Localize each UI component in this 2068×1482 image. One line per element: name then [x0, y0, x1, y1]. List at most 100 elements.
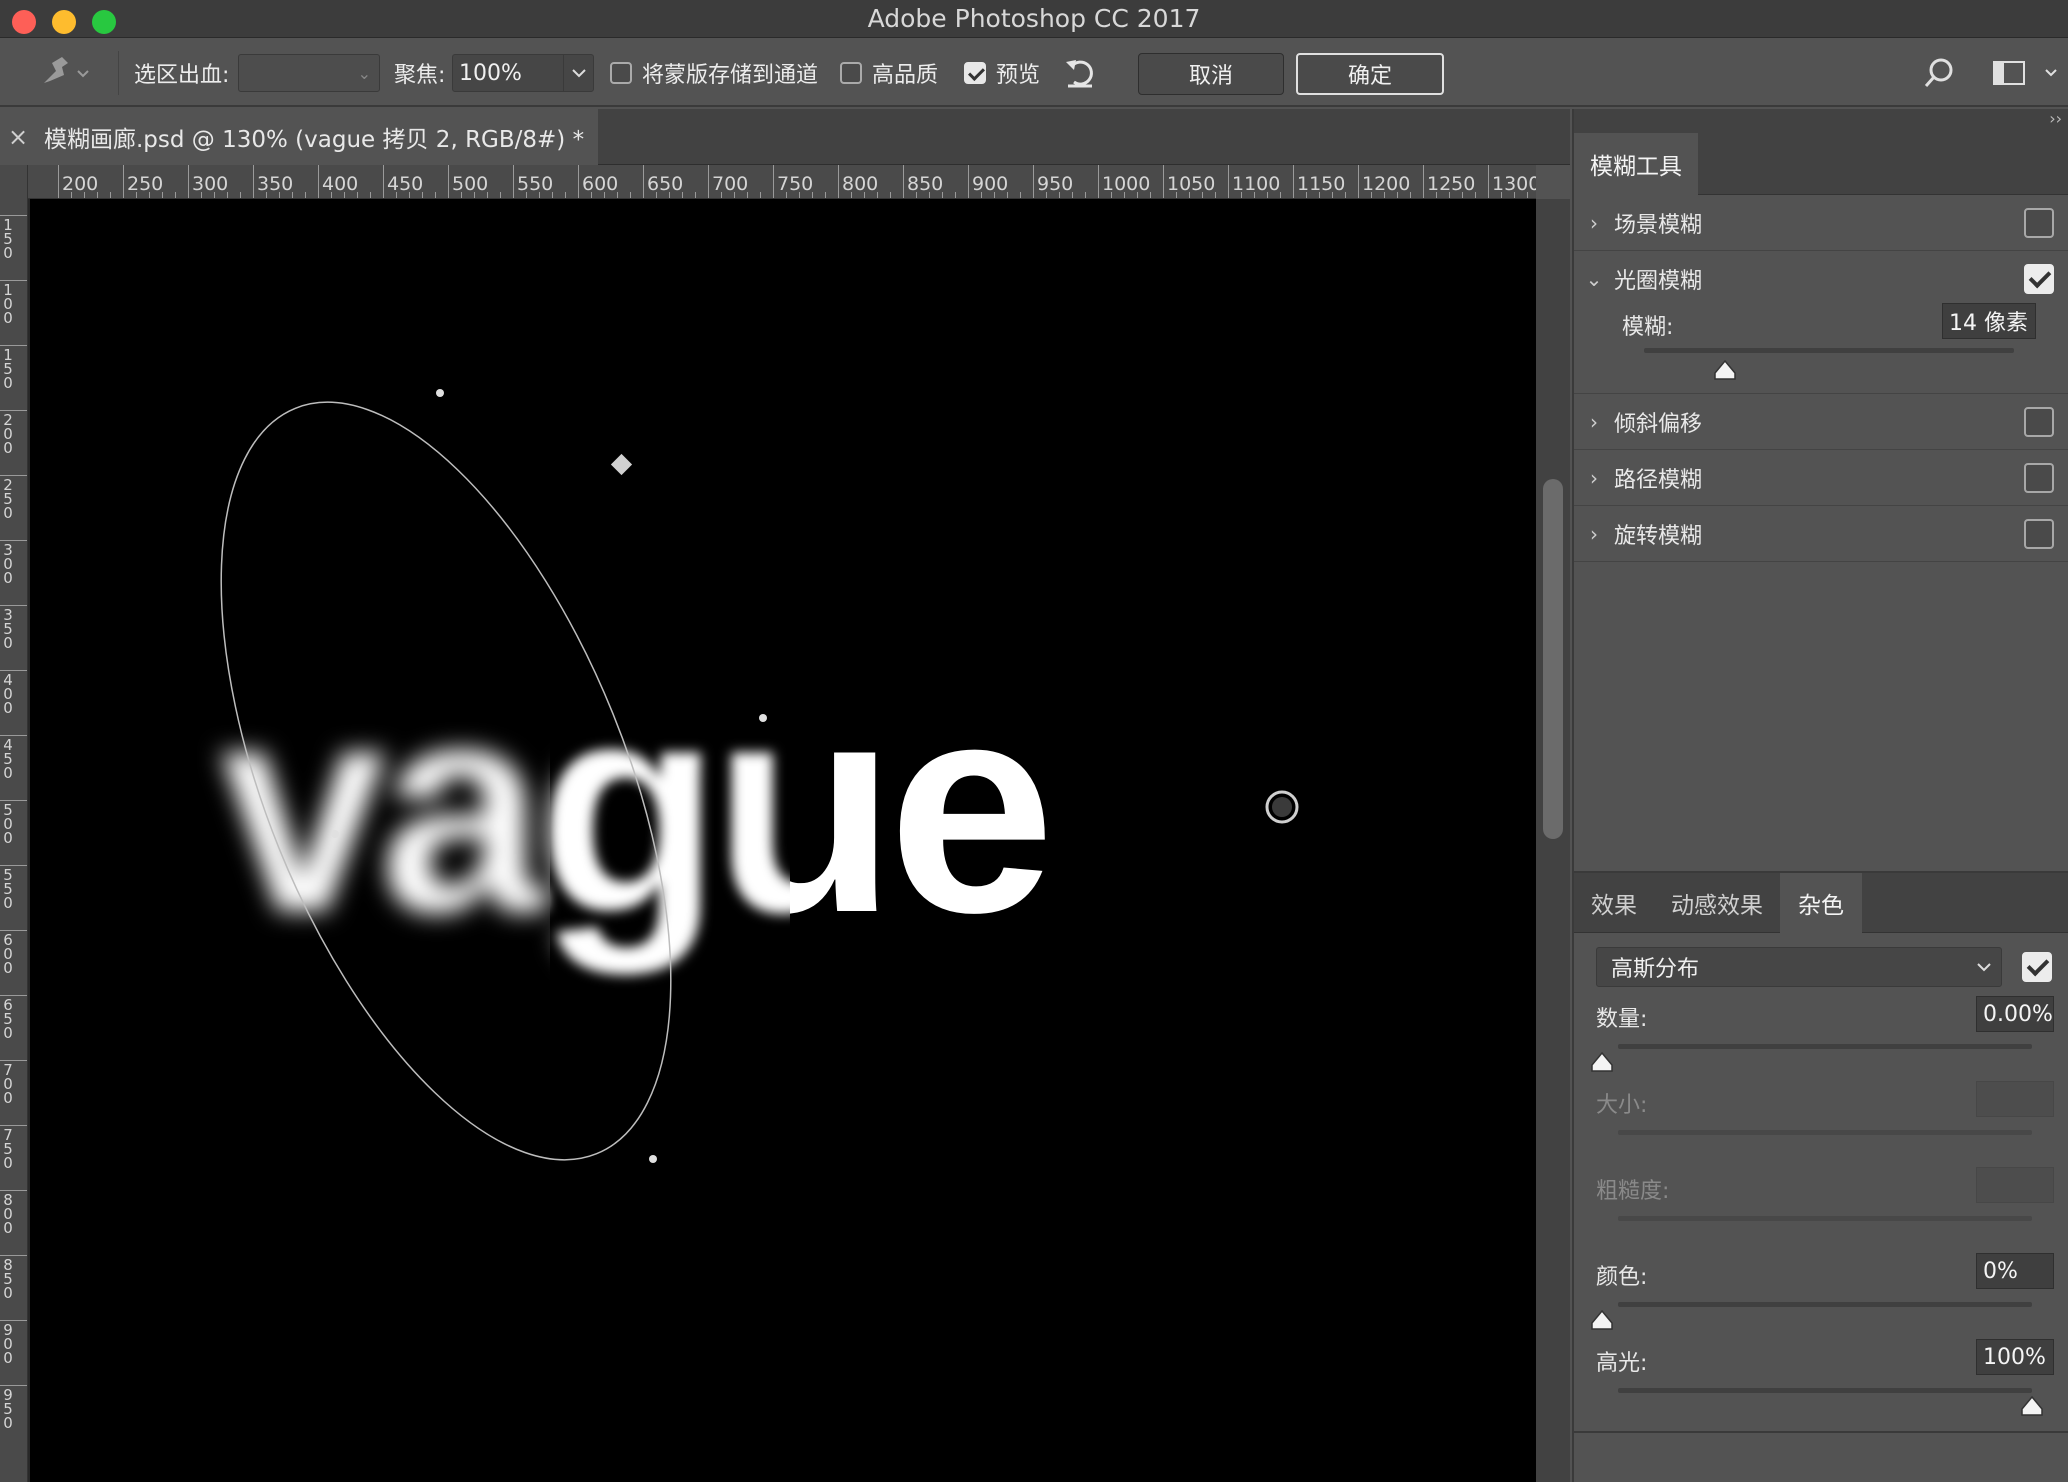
blur-item-label: 场景模糊 — [1614, 212, 1703, 238]
ruler-minor-tick — [630, 192, 631, 198]
ruler-label: 300 — [192, 173, 229, 195]
ruler-label: 350 — [3, 606, 13, 652]
ruler-tick — [1098, 165, 1099, 198]
ruler-label: 600 — [3, 931, 13, 977]
tab-blur-tools[interactable]: 模糊工具 — [1574, 133, 1698, 195]
ruler-minor-tick — [825, 192, 826, 198]
ruler-label: 900 — [972, 173, 1009, 195]
scrollbar-thumb[interactable] — [1543, 479, 1563, 839]
save-mask-option[interactable]: 将蒙版存储到通道 — [610, 39, 818, 107]
save-mask-checkbox[interactable] — [610, 62, 632, 84]
reset-icon[interactable] — [1062, 39, 1100, 107]
ruler-tick — [1293, 165, 1294, 198]
preview-checkbox[interactable] — [964, 62, 986, 84]
ruler-label: 1250 — [1427, 173, 1476, 195]
high-quality-option[interactable]: 高品质 — [840, 39, 938, 107]
highlight-slider-track[interactable] — [1618, 1388, 2032, 1393]
blur-item-label: 路径模糊 — [1614, 467, 1703, 493]
ruler-label: 500 — [3, 801, 13, 847]
amount-input[interactable]: 0.00% — [1976, 996, 2054, 1032]
canvas-area: vague vague vague — [28, 199, 1536, 1482]
high-quality-label: 高品质 — [872, 63, 939, 88]
ruler-label: 1200 — [1362, 173, 1411, 195]
tab-noise[interactable]: 杂色 — [1780, 873, 1862, 933]
ruler-tick — [903, 165, 904, 198]
blur-item-path[interactable]: › 路径模糊 — [1574, 450, 2068, 506]
search-icon[interactable] — [1922, 39, 1956, 107]
noise-enabled-checkbox[interactable] — [2022, 952, 2052, 982]
ruler-label: 300 — [3, 541, 13, 587]
chevron-down-icon[interactable]: ⌄ — [1574, 267, 1614, 291]
iris-handle-bottom — [649, 1155, 657, 1163]
ruler-tick — [1033, 165, 1034, 198]
ruler-label: 100 — [3, 281, 13, 327]
ruler-tick — [1423, 165, 1424, 198]
path-blur-checkbox[interactable] — [2024, 462, 2054, 493]
ruler-tick — [188, 165, 189, 198]
chevron-right-icon[interactable]: › — [1574, 466, 1614, 490]
amount-slider-track[interactable] — [1618, 1044, 2032, 1049]
color-input[interactable]: 0% — [1976, 1253, 2054, 1289]
window-title: Adobe Photoshop CC 2017 — [867, 4, 1201, 33]
chevron-right-icon[interactable]: › — [1574, 410, 1614, 434]
blur-item-tilt-shift[interactable]: › 倾斜偏移 — [1574, 394, 2068, 450]
collapse-panel-icon[interactable]: ›› — [1574, 109, 2068, 133]
effects-tabbar: 效果 动感效果 杂色 — [1574, 873, 2068, 933]
pin-tool-icon[interactable] — [34, 39, 94, 107]
noise-distribution-select[interactable]: 高斯分布 — [1596, 947, 2002, 987]
ruler-label: 1150 — [1297, 173, 1346, 195]
ruler-tick — [1358, 165, 1359, 198]
blur-item-field[interactable]: › 场景模糊 — [1574, 195, 2068, 251]
window-titlebar: Adobe Photoshop CC 2017 — [0, 0, 2068, 38]
iris-blur-amount-input[interactable]: 14 像素 — [1942, 303, 2036, 339]
selection-bleed-input[interactable]: ⌄ — [238, 54, 380, 92]
cancel-button[interactable]: 取消 — [1138, 53, 1284, 95]
tab-effects[interactable]: 效果 — [1574, 873, 1654, 933]
high-quality-checkbox[interactable] — [840, 62, 862, 84]
chevron-right-icon[interactable]: › — [1574, 211, 1614, 235]
ruler-tick — [708, 165, 709, 198]
ruler-tick — [1228, 165, 1229, 198]
preview-option[interactable]: 预览 — [964, 39, 1040, 107]
ruler-label: 1050 — [1167, 173, 1216, 195]
ok-button[interactable]: 确定 — [1296, 53, 1444, 95]
ruler-minor-tick — [110, 192, 111, 198]
ruler-label: 900 — [3, 1321, 13, 1367]
ruler-tick — [383, 165, 384, 198]
vertical-ruler: 150 100 150 200 250 300 350 400 450 500 550 600 650 7… — [0, 165, 28, 1482]
blur-item-spin[interactable]: › 旋转模糊 — [1574, 506, 2068, 562]
options-bar: 选区出血: ⌄ 聚焦: 100% 将蒙版存储到通道 高品质 预览 取消 确定 — [0, 39, 2068, 107]
color-label: 颜色: — [1596, 1265, 1648, 1290]
vertical-scrollbar[interactable] — [1536, 199, 1570, 1482]
iris-blur-slider-track[interactable] — [1644, 348, 2014, 353]
document-tab[interactable]: × 模糊画廊.psd @ 130% (vague 拷贝 2, RGB/8#) * — [0, 109, 598, 165]
blur-item-iris[interactable]: ⌄ 光圈模糊 — [1574, 251, 2068, 307]
ruler-tick — [773, 165, 774, 198]
ruler-label: 850 — [907, 173, 944, 195]
ruler-minor-tick — [435, 192, 436, 198]
ruler-label: 1300 — [1492, 173, 1536, 195]
tilt-shift-checkbox[interactable] — [2024, 406, 2054, 437]
chevron-down-icon[interactable] — [563, 55, 593, 91]
ruler-label: 250 — [3, 476, 13, 522]
roughness-label: 粗糙度: — [1596, 1179, 1670, 1204]
chevron-right-icon[interactable]: › — [1574, 522, 1614, 546]
iris-blur-overlay — [220, 389, 1299, 1163]
spin-blur-checkbox[interactable] — [2024, 518, 2054, 549]
iris-blur-checkbox[interactable] — [2024, 264, 2054, 294]
ruler-tick — [123, 165, 124, 198]
highlight-input[interactable]: 100% — [1976, 1339, 2054, 1375]
iris-blur-amount-label: 模糊: — [1622, 315, 1674, 340]
color-slider-track[interactable] — [1618, 1302, 2032, 1307]
iris-ellipse — [220, 401, 672, 1161]
workspace-icon[interactable] — [1992, 39, 2062, 107]
ruler-label: 1100 — [1232, 173, 1281, 195]
ruler-label: 750 — [777, 173, 814, 195]
tab-motion-effects[interactable]: 动感效果 — [1654, 873, 1780, 933]
ruler-label: 700 — [3, 1061, 13, 1107]
close-tab-icon[interactable]: × — [0, 123, 36, 151]
document-canvas[interactable]: vague vague vague — [30, 199, 1536, 1482]
focus-input[interactable]: 100% — [452, 54, 594, 92]
field-blur-checkbox[interactable] — [2024, 207, 2054, 238]
ruler-label: 500 — [452, 173, 489, 195]
